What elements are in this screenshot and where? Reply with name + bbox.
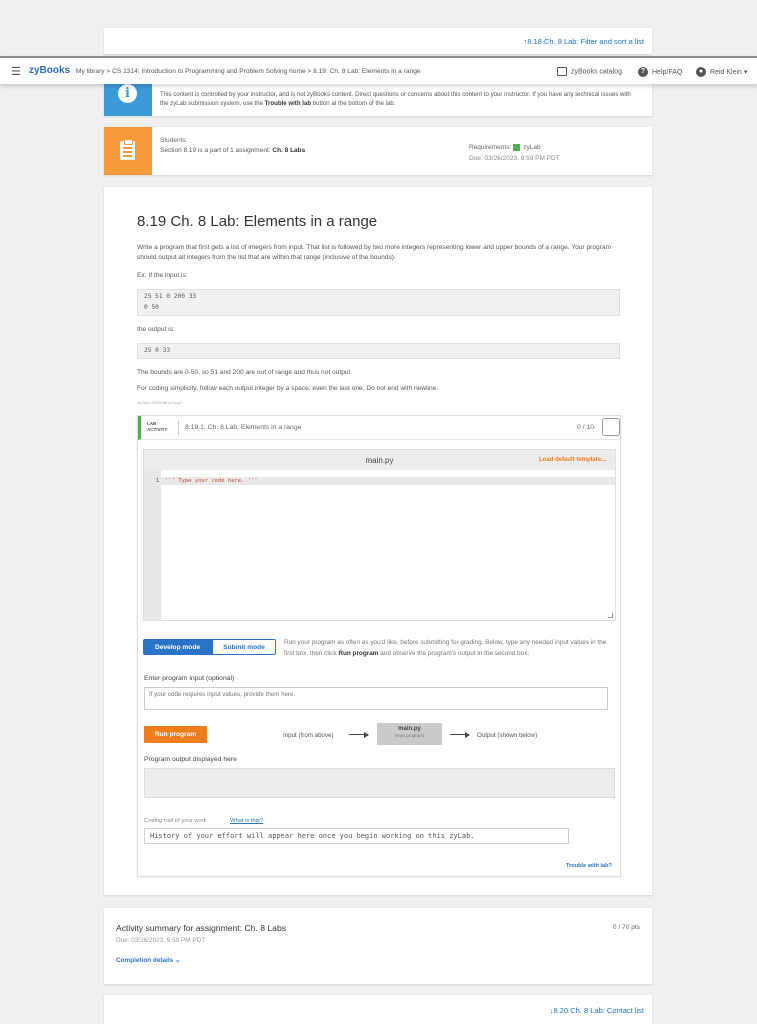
program-input-label: Enter program input (optional) [144, 675, 235, 682]
menu-icon[interactable]: ☰ [11, 65, 21, 78]
resize-handle-icon[interactable] [608, 613, 613, 618]
lab-activity: LAB ACTIVITY 8.19.1: Ch. 8 Lab: Elements … [137, 415, 621, 877]
assignment-due: Due: 03/26/2023, 9:59 PM PDT [469, 155, 560, 162]
activity-summary-points: 0 / 70 pts [612, 924, 640, 931]
user-menu[interactable]: ● Reid Klein ▾ [696, 67, 747, 77]
assignment-card: Students: Section 8.19 is a part of 1 as… [104, 127, 652, 175]
lab-activity-header: LAB ACTIVITY 8.19.1: Ch. 8 Lab: Elements … [138, 416, 620, 440]
help-icon: ? [638, 67, 648, 77]
flow-output-label: Output (shown below) [477, 732, 538, 739]
code-editor[interactable]: main.py Load default template... 1 ''' T… [143, 449, 616, 621]
top-bar: ☰ zyBooks My library > CS 1314: Introduc… [0, 56, 757, 84]
what-is-this-link[interactable]: What is this? [230, 818, 263, 824]
lab-activity-tag: LAB ACTIVITY [147, 421, 168, 432]
example-output-label: the output is: [137, 326, 175, 333]
prev-section-card: ↑8.18 Ch. 8 Lab: Filter and sort a list [104, 28, 652, 54]
lab-activity-title: 8.19.1: Ch. 8 Lab: Elements in a range [185, 424, 302, 431]
example-input-label: Ex: If the input is: [137, 272, 188, 279]
editor-tab-bar: main.py Load default template... [144, 450, 615, 470]
zybooks-logo[interactable]: zyBooks [29, 65, 70, 76]
caret-down-icon: ▾ [743, 68, 748, 76]
bounds-explanation: The bounds are 0-50, so 51 and 200 are o… [137, 369, 353, 376]
chevron-down-icon: ⌄ [174, 957, 181, 964]
example-output-block: 25 0 33 [137, 343, 620, 359]
trouble-with-lab-link[interactable]: Trouble with lab? [566, 863, 612, 869]
develop-mode-button[interactable]: Develop mode [143, 639, 212, 655]
activity-summary-title: Activity summary for assignment: Ch. 8 L… [116, 923, 287, 933]
assignment-name[interactable]: Ch. 8 Labs [272, 147, 305, 154]
library-icon [557, 67, 567, 76]
flow-input-label: Input (from above) [283, 732, 334, 739]
prev-section-link[interactable]: ↑8.18 Ch. 8 Lab: Filter and sort a list [524, 37, 644, 46]
breadcrumb[interactable]: My library > CS 1314: Introduction to Pr… [76, 68, 421, 75]
prev-section-label: 8.18 Ch. 8 Lab: Filter and sort a list [527, 37, 644, 46]
example-input-block: 25 51 0 200 33 0 50 [137, 289, 620, 316]
instructor-notice: This content is controlled by your instr… [160, 91, 631, 107]
example-input-line: 25 51 0 200 33 [144, 293, 197, 300]
activity-summary-card: Activity summary for assignment: Ch. 8 L… [104, 908, 652, 984]
program-input-field[interactable] [144, 687, 608, 710]
next-section-label: 8.20 Ch. 8 Lab: Contact list [553, 1006, 644, 1015]
completion-details-toggle[interactable]: Completion details ⌄ [116, 956, 180, 964]
next-section-link[interactable]: ↓8.20 Ch. 8 Lab: Contact list [550, 1006, 644, 1015]
coding-trail-label: Coding trail of your work [144, 818, 207, 824]
instructor-info-card: i This content is controlled by your ins… [104, 82, 652, 116]
program-output-box [144, 768, 615, 798]
lab-description: Write a program that first gets a list o… [137, 244, 612, 261]
info-icon-box: i [104, 82, 152, 116]
program-box-name: main.py [398, 726, 421, 732]
user-name: Reid Klein [710, 68, 742, 76]
header-divider [178, 420, 179, 436]
help-label: Help/FAQ [652, 68, 683, 76]
clipboard-icon [120, 139, 135, 160]
content-id: 462600.2150686.qx3zqy7 [137, 400, 184, 405]
page-title: 8.19 Ch. 8 Lab: Elements in a range [137, 213, 378, 230]
coding-simplicity-note: For coding simplicity, follow each outpu… [137, 385, 439, 392]
editor-gutter [144, 470, 161, 620]
help-link[interactable]: ? Help/FAQ [638, 67, 682, 77]
program-box-subtitle: (Your program) [394, 733, 425, 738]
submit-mode-button[interactable]: Submit mode [212, 639, 276, 655]
completion-details-label: Completion details [116, 957, 174, 964]
assignment-icon-box [104, 127, 152, 175]
info-icon: i [118, 84, 137, 103]
user-avatar-icon: ● [696, 67, 706, 77]
activity-summary-due: Due: 03/26/2023, 9:59 PM PDT [116, 937, 206, 944]
requirements: Requirements: zyLab [469, 144, 541, 152]
example-output-line: 25 0 33 [144, 347, 171, 354]
section-assignment-text: Section 8.19 is a part of 1 assignment: … [160, 147, 306, 154]
mode-help-text: Run your program as often as you'd like,… [284, 639, 607, 657]
arrow-right-icon [349, 731, 369, 739]
completion-checkbox [602, 418, 620, 436]
students-label: Students: [160, 137, 188, 144]
zylab-status-square [513, 144, 521, 151]
lab-content-card: 8.19 Ch. 8 Lab: Elements in a range Writ… [104, 187, 652, 895]
arrow-right-icon [450, 731, 470, 739]
editor-code[interactable]: ''' Type your code here. ''' [165, 478, 258, 484]
program-output-label: Program output displayed here [144, 756, 237, 763]
catalog-label: zyBooks catalog [571, 68, 622, 76]
program-box: main.py (Your program) [377, 723, 442, 745]
load-default-template-link[interactable]: Load default template... [539, 457, 606, 463]
run-program-button[interactable]: Run program [144, 726, 207, 743]
lab-score: 0 / 10 [577, 424, 595, 431]
zybooks-catalog-link[interactable]: zyBooks catalog [557, 67, 622, 76]
example-input-line: 0 50 [144, 303, 159, 311]
coding-trail-box: History of your effort will appear here … [144, 828, 569, 844]
line-number: 1 [155, 478, 159, 484]
next-section-card: ↓8.20 Ch. 8 Lab: Contact list [104, 995, 652, 1024]
